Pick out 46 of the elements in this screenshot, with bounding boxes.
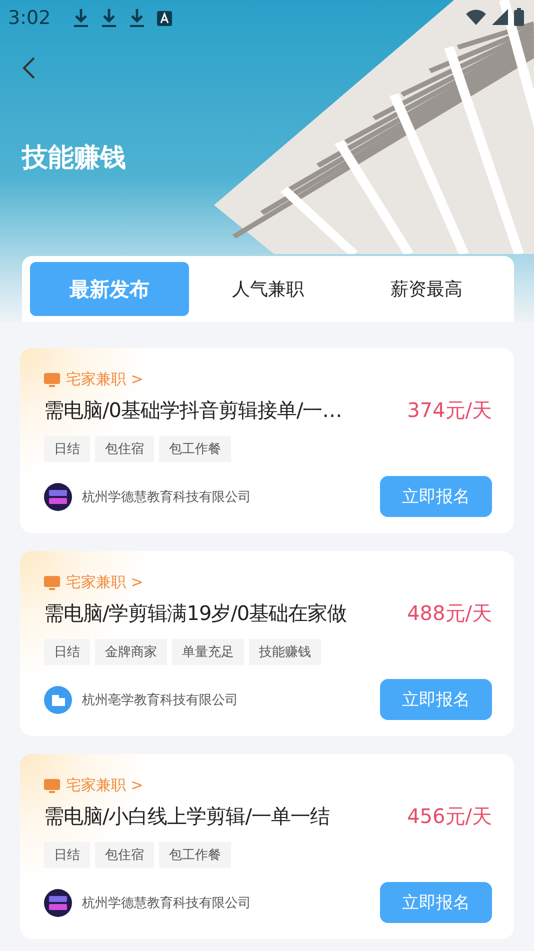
battery-icon [514, 8, 524, 26]
status-time: 3:02 [8, 7, 51, 29]
company-logo-icon [44, 888, 72, 916]
monitor-icon [44, 574, 60, 590]
company-name: 杭州亳学教育科技有限公司 [82, 692, 239, 708]
salary: 456元/天 [407, 803, 492, 830]
apply-button[interactable]: 立即报名 [380, 882, 492, 923]
download-icon [128, 8, 145, 28]
job-tag: 日结 [44, 639, 90, 665]
job-tag: 日结 [44, 842, 90, 868]
job-tag: 包住宿 [95, 842, 154, 868]
download-icon [72, 8, 89, 28]
category-link[interactable]: 宅家兼职 > [44, 573, 144, 592]
tab[interactable]: 人气兼职 [188, 262, 348, 316]
job-tag: 包工作餐 [159, 436, 231, 462]
download-icon [100, 8, 117, 28]
salary: 488元/天 [407, 600, 492, 627]
tab[interactable]: 薪资最高 [347, 262, 506, 316]
category-link[interactable]: 宅家兼职 > [44, 776, 144, 795]
page-title: 技能赚钱 [22, 142, 126, 175]
company-logo-icon [44, 482, 72, 510]
category-link[interactable]: 宅家兼职 > [44, 370, 144, 389]
job-title: 需电脑/0基础学抖音剪辑接单/一… [44, 397, 342, 424]
monitor-icon [44, 372, 60, 388]
accessibility-icon [156, 10, 172, 26]
apply-button[interactable]: 立即报名 [380, 679, 492, 720]
company-name: 杭州学德慧教育科技有限公司 [82, 894, 252, 912]
job-tag: 日结 [44, 436, 90, 462]
job-tag: 金牌商家 [95, 639, 167, 665]
salary: 374元/天 [407, 397, 492, 424]
job-tag: 包工作餐 [159, 842, 231, 868]
apply-button[interactable]: 立即报名 [380, 476, 492, 517]
job-tag: 单量充足 [172, 639, 244, 665]
job-title: 需电脑/学剪辑满19岁/0基础在家做 [44, 600, 347, 627]
signal-icon [492, 9, 508, 25]
tab[interactable]: 最新发布 [30, 262, 189, 316]
job-tag: 包住宿 [95, 436, 154, 462]
job-card[interactable]: 宅家兼职 > 需电脑/小白线上学剪辑/一单一结 456元/天 日结 包住宿 包工作餐 杭州学德慧教育科技有限公司 立即报名 [20, 754, 514, 939]
job-card[interactable]: 宅家兼职 > 需电脑/学剪辑满19岁/0基础在家做 488元/天 日结 金牌商家 单量充足 技能赚钱 杭州亳学教育科技有限公司 立即报名 [20, 551, 514, 736]
building-icon [44, 686, 72, 714]
job-tag: 技能赚钱 [249, 639, 321, 665]
wifi-icon [466, 9, 486, 25]
company-name: 杭州学德慧教育科技有限公司 [82, 488, 252, 506]
job-card[interactable]: 宅家兼职 > 需电脑/0基础学抖音剪辑接单/一… 374元/天 日结 包住宿 包工作餐 杭州学德慧教育科技有限公司 立即报名 [20, 348, 514, 533]
job-title: 需电脑/小白线上学剪辑/一单一结 [44, 803, 330, 830]
monitor-icon [44, 778, 60, 794]
